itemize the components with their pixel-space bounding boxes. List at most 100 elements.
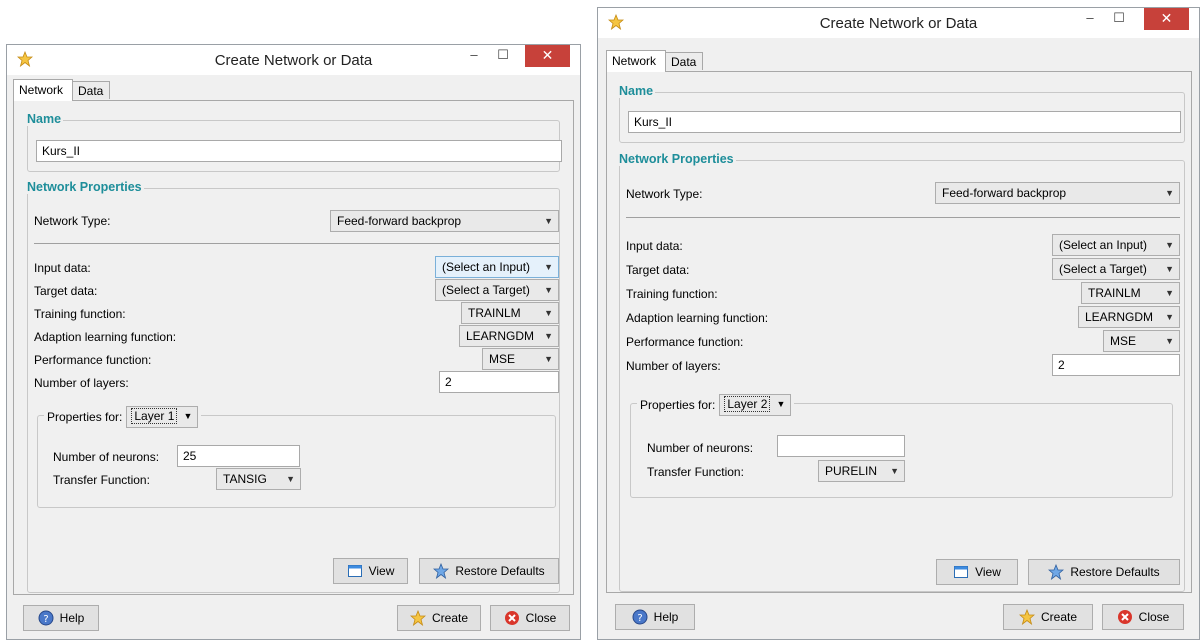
training-function-value: TRAINLM — [468, 306, 521, 320]
minimize-button[interactable]: – — [461, 45, 487, 67]
number-of-neurons-label: Number of neurons: — [53, 450, 160, 464]
help-icon: ? — [632, 609, 648, 625]
target-data-select[interactable]: (Select a Target) ▼ — [435, 279, 559, 301]
number-of-neurons-input[interactable]: 25 — [177, 445, 300, 467]
network-type-select[interactable]: Feed-forward backprop ▼ — [330, 210, 559, 232]
name-input[interactable]: Kurs_II — [36, 140, 562, 162]
view-button[interactable]: View — [936, 559, 1018, 585]
close-window-button[interactable]: ✕ — [1144, 8, 1189, 30]
help-button[interactable]: ? Help — [23, 605, 99, 631]
performance-function-select[interactable]: MSE ▼ — [482, 348, 559, 370]
training-function-label: Training function: — [34, 307, 126, 321]
input-data-label: Input data: — [34, 261, 91, 275]
view-button-label: View — [975, 565, 1001, 579]
name-legend: Name — [617, 84, 656, 98]
help-icon: ? — [38, 610, 54, 626]
star-icon — [433, 563, 450, 579]
number-of-layers-input[interactable]: 2 — [1052, 354, 1180, 376]
tab-data[interactable]: Data — [665, 52, 703, 70]
input-data-select[interactable]: (Select an Input) ▼ — [435, 256, 559, 278]
maximize-button[interactable]: ☐ — [490, 45, 516, 67]
close-button-label: Close — [1138, 610, 1170, 624]
chevron-down-icon: ▼ — [1165, 240, 1174, 250]
chevron-down-icon: ▼ — [1165, 336, 1174, 346]
tab-data[interactable]: Data — [72, 81, 110, 99]
adaption-function-select[interactable]: LEARNGDM ▼ — [459, 325, 559, 347]
number-of-neurons-label: Number of neurons: — [647, 441, 754, 455]
restore-defaults-label: Restore Defaults — [1070, 565, 1160, 579]
restore-defaults-button[interactable]: Restore Defaults — [1028, 559, 1180, 585]
training-function-value: TRAINLM — [1088, 286, 1141, 300]
chevron-down-icon: ▼ — [544, 216, 553, 226]
adaption-function-label: Adaption learning function: — [626, 311, 769, 325]
minimize-button[interactable]: – — [1077, 8, 1103, 30]
create-button[interactable]: Create — [397, 605, 481, 631]
network-tab-panel: Name Kurs_II Network Properties Network … — [13, 100, 574, 595]
help-button-label: Help — [59, 611, 85, 625]
adaption-function-value: LEARNGDM — [1085, 310, 1154, 324]
svg-text:?: ? — [43, 614, 48, 625]
network-type-select[interactable]: Feed-forward backprop ▼ — [935, 182, 1180, 204]
input-data-select[interactable]: (Select an Input) ▼ — [1052, 234, 1180, 256]
name-group: Name Kurs_II — [617, 84, 1185, 143]
performance-function-label: Performance function: — [34, 353, 152, 367]
layer-select[interactable]: Layer 2 ▼ — [719, 394, 792, 416]
name-legend: Name — [25, 112, 64, 126]
close-button[interactable]: Close — [1102, 604, 1184, 630]
close-button[interactable]: Close — [490, 605, 570, 631]
performance-function-value: MSE — [1110, 334, 1137, 348]
divider — [626, 217, 1180, 218]
maximize-button[interactable]: ☐ — [1106, 8, 1132, 30]
svg-text:?: ? — [637, 613, 642, 624]
create-button-label: Create — [431, 611, 469, 625]
network-properties-legend: Network Properties — [25, 180, 144, 194]
number-of-layers-input[interactable]: 2 — [439, 371, 559, 393]
help-button-label: Help — [653, 610, 679, 624]
number-of-layers-label: Number of layers: — [626, 359, 721, 373]
tab-network[interactable]: Network — [13, 79, 73, 101]
name-group: Name Kurs_II — [25, 112, 562, 172]
training-function-select[interactable]: TRAINLM ▼ — [1081, 282, 1180, 304]
number-of-neurons-input[interactable] — [777, 435, 905, 457]
chevron-down-icon: ▼ — [1165, 188, 1174, 198]
help-button[interactable]: ? Help — [615, 604, 695, 630]
transfer-function-select[interactable]: TANSIG ▼ — [216, 468, 301, 490]
create-button[interactable]: Create — [1003, 604, 1093, 630]
chevron-down-icon: ▼ — [544, 331, 553, 341]
chevron-down-icon: ▼ — [1165, 312, 1174, 322]
layer-select[interactable]: Layer 1 ▼ — [126, 406, 199, 428]
performance-function-select[interactable]: MSE ▼ — [1103, 330, 1180, 352]
network-type-label: Network Type: — [626, 187, 703, 201]
target-data-value: (Select a Target) — [1059, 262, 1147, 276]
number-of-layers-label: Number of layers: — [34, 376, 129, 390]
chevron-down-icon: ▼ — [286, 474, 295, 484]
transfer-function-value: TANSIG — [223, 472, 267, 486]
restore-defaults-label: Restore Defaults — [455, 564, 545, 578]
network-properties-group: Network Properties Network Type: Feed-fo… — [617, 152, 1185, 592]
star-icon — [1048, 564, 1065, 580]
layer-properties-group: Properties for: Layer 1 ▼ Number of neuro… — [37, 406, 556, 508]
star-icon — [1018, 609, 1035, 625]
close-window-button[interactable]: ✕ — [525, 45, 570, 67]
input-data-value: (Select an Input) — [442, 260, 531, 274]
title-bar[interactable]: Create Network or Data – ☐ ✕ — [7, 45, 580, 75]
close-icon — [504, 611, 519, 625]
transfer-function-label: Transfer Function: — [53, 473, 150, 487]
network-tab-panel: Name Kurs_II Network Properties Network … — [606, 71, 1192, 593]
layer-properties-legend: Properties for: Layer 2 ▼ — [637, 394, 795, 416]
title-bar[interactable]: Create Network or Data – ☐ ✕ — [598, 8, 1199, 38]
window-icon — [954, 566, 969, 578]
tab-network[interactable]: Network — [606, 50, 666, 72]
adaption-function-select[interactable]: LEARNGDM ▼ — [1078, 306, 1180, 328]
training-function-select[interactable]: TRAINLM ▼ — [461, 302, 559, 324]
restore-defaults-button[interactable]: Restore Defaults — [419, 558, 559, 584]
chevron-down-icon: ▼ — [544, 262, 553, 272]
name-input[interactable]: Kurs_II — [628, 111, 1181, 133]
chevron-down-icon: ▼ — [890, 466, 899, 476]
dialog-window-right: Create Network or Data – ☐ ✕ Network Dat… — [597, 7, 1200, 640]
target-data-select[interactable]: (Select a Target) ▼ — [1052, 258, 1180, 280]
create-button-label: Create — [1040, 610, 1078, 624]
network-type-value: Feed-forward backprop — [337, 214, 462, 228]
transfer-function-select[interactable]: PURELIN ▼ — [818, 460, 905, 482]
view-button[interactable]: View — [333, 558, 408, 584]
